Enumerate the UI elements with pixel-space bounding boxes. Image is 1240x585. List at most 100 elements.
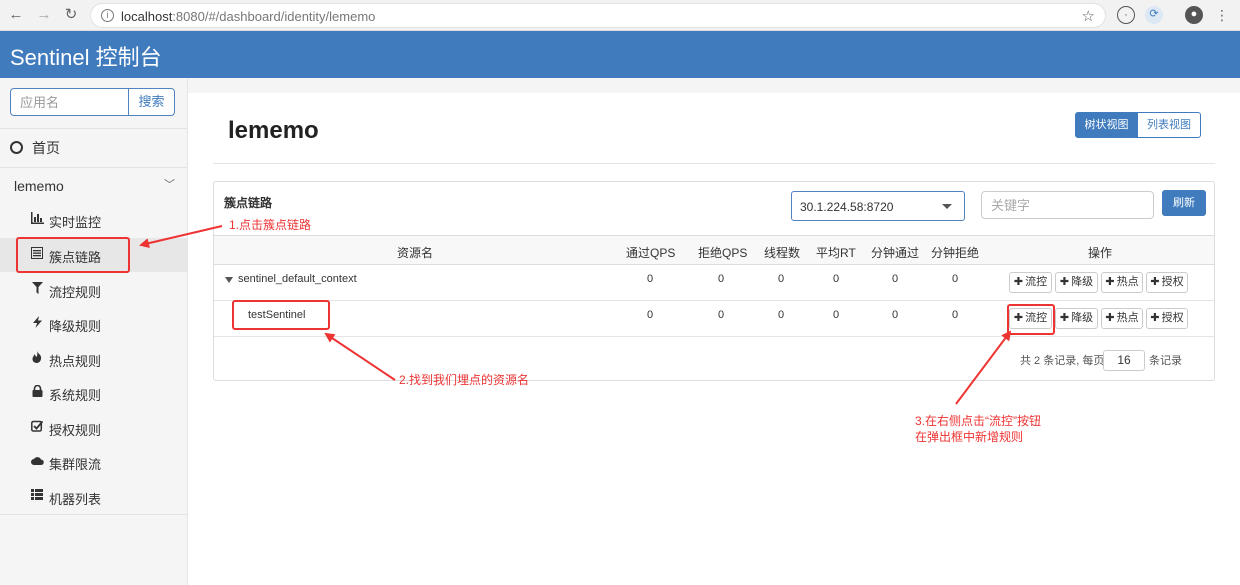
sidebar-item-label: 热点规则 xyxy=(49,354,102,369)
menu-kebab-icon[interactable]: ⋮ xyxy=(1212,5,1232,25)
app-title: Sentinel 控制台 xyxy=(10,45,162,70)
app-search-input[interactable] xyxy=(10,88,129,116)
tree-view-button[interactable]: 树状视图 xyxy=(1075,112,1138,138)
keyword-input[interactable] xyxy=(981,191,1154,219)
column-header: 拒绝QPS xyxy=(698,246,748,260)
sidebar-item-label: 系统规则 xyxy=(49,388,102,403)
sidebar-divider xyxy=(0,128,187,129)
cell-minute-block: 0 xyxy=(951,273,959,285)
content-card: lememo 树状视图 列表视图 簇点链路 30.1.224.58:8720 刷… xyxy=(188,93,1240,585)
sidebar-app-name[interactable]: lememo xyxy=(14,178,64,194)
add-hotspot-rule-button[interactable]: ✚ 热点 xyxy=(1101,272,1143,293)
refresh-button[interactable]: 刷新 xyxy=(1162,190,1206,216)
sidebar-item-cluster-flow[interactable]: 集群限流 xyxy=(0,445,187,479)
table-row: testSentinel 0 0 0 0 0 0 ✚ 流控 ✚ 降级 ✚ 热点 ✚ 授权 xyxy=(214,301,1214,337)
cell-threads: 0 xyxy=(777,273,785,285)
check-icon xyxy=(30,420,44,435)
annotation-step1: 1.点击簇点链路 xyxy=(229,218,312,232)
sidebar-item-label: 流控规则 xyxy=(49,285,102,300)
cell-avg-rt: 0 xyxy=(832,273,840,285)
cell-pass-qps: 0 xyxy=(646,273,654,285)
page-title: lememo xyxy=(228,117,319,144)
sidebar-divider xyxy=(0,167,187,168)
cell-block-qps: 0 xyxy=(717,273,725,285)
column-header: 平均RT xyxy=(816,246,856,260)
sidebar-item-hotspot-rules[interactable]: 热点规则 xyxy=(0,342,187,376)
cell-avg-rt: 0 xyxy=(832,309,840,321)
divider xyxy=(213,163,1215,164)
pager-summary: 共 2 条记录, 每页 xyxy=(1020,355,1105,367)
column-header: 分钟拒绝 xyxy=(931,246,980,260)
sidebar-item-label: 实时监控 xyxy=(49,215,102,230)
cell-minute-block: 0 xyxy=(951,309,959,321)
add-hotspot-rule-button[interactable]: ✚ 热点 xyxy=(1101,308,1143,329)
column-header: 线程数 xyxy=(764,246,801,260)
table-header: 资源名 通过QPS 拒绝QPS 线程数 平均RT 分钟通过 分钟拒绝 操作 xyxy=(214,235,1214,265)
reload-icon[interactable]: ↻ xyxy=(61,5,81,25)
search-button[interactable]: 搜索 xyxy=(128,88,175,116)
app-header: Sentinel 控制台 xyxy=(0,31,1240,78)
cell-block-qps: 0 xyxy=(717,309,725,321)
sidebar-item-label: 机器列表 xyxy=(49,492,102,507)
cell-threads: 0 xyxy=(777,309,785,321)
sidebar-item-realtime-monitor[interactable]: 实时监控 xyxy=(0,203,187,237)
main-area: lememo 树状视图 列表视图 簇点链路 30.1.224.58:8720 刷… xyxy=(188,78,1240,585)
machine-select[interactable]: 30.1.224.58:8720 xyxy=(791,191,965,221)
add-degrade-rule-button[interactable]: ✚ 降级 xyxy=(1055,308,1098,329)
sidebar-item-label: 降级规则 xyxy=(49,319,102,334)
info-icon[interactable]: i xyxy=(101,9,114,22)
url-text: localhost:8080/#/dashboard/identity/leme… xyxy=(121,9,376,24)
column-header: 通过QPS xyxy=(626,246,676,260)
list-view-button[interactable]: 列表视图 xyxy=(1137,112,1201,138)
bar-chart-icon xyxy=(30,212,44,227)
annotation-step3-line1: 3.在右侧点击“流控”按钮 xyxy=(915,414,1042,428)
tree-expand-icon[interactable] xyxy=(225,277,233,283)
sidebar-item-auth-rules[interactable]: 授权规则 xyxy=(0,411,187,445)
add-auth-rule-button[interactable]: ✚ 授权 xyxy=(1146,308,1188,329)
dashboard-icon xyxy=(10,141,23,154)
pager-suffix: 条记录 xyxy=(1149,355,1182,367)
annotation-step3-line2: 在弹出框中新增规则 xyxy=(915,430,1024,444)
page-size-input[interactable]: 16 xyxy=(1103,350,1145,371)
filter-icon xyxy=(30,282,44,297)
panel-title: 簇点链路 xyxy=(224,196,273,210)
machine-select-value: 30.1.224.58:8720 xyxy=(800,200,894,214)
sidebar-item-degrade-rules[interactable]: 降级规则 xyxy=(0,307,187,341)
add-auth-rule-button[interactable]: ✚ 授权 xyxy=(1146,272,1188,293)
sidebar-item-machine-list[interactable]: 机器列表 xyxy=(0,480,187,514)
app-search: 搜索 xyxy=(10,88,175,116)
annotation-step2: 2.找到我们埋点的资源名 xyxy=(399,373,530,387)
highlight-box-cluster-link xyxy=(16,237,130,273)
cell-minute-pass: 0 xyxy=(891,309,899,321)
browser-toolbar: ← → ↻ i localhost:8080/#/dashboard/ident… xyxy=(0,0,1240,31)
extension-translate-icon[interactable]: ⟳ xyxy=(1145,6,1163,24)
lock-icon xyxy=(30,384,44,400)
sidebar-item-system-rules[interactable]: 系统规则 xyxy=(0,376,187,410)
add-degrade-rule-button[interactable]: ✚ 降级 xyxy=(1055,272,1098,293)
sidebar-divider xyxy=(0,514,187,515)
bookmark-star-icon[interactable]: ☆ xyxy=(1082,7,1095,25)
sidebar-item-home[interactable]: 首页 xyxy=(10,138,60,158)
cell-pass-qps: 0 xyxy=(646,309,654,321)
highlight-box-flow-button xyxy=(1007,304,1055,335)
forward-icon[interactable]: → xyxy=(34,5,54,25)
cell-minute-pass: 0 xyxy=(891,273,899,285)
fire-icon xyxy=(30,351,44,366)
profile-avatar-icon[interactable]: ● xyxy=(1185,6,1203,24)
sidebar-item-label: 首页 xyxy=(32,140,60,156)
table-row: sentinel_default_context 0 0 0 0 0 0 ✚ 流控… xyxy=(214,265,1214,301)
sidebar-item-flow-rules[interactable]: 流控规则 xyxy=(0,273,187,307)
back-icon[interactable]: ← xyxy=(6,5,26,25)
resource-panel: 簇点链路 30.1.224.58:8720 刷新 资源名 通过QPS 拒绝QPS… xyxy=(213,181,1215,381)
address-bar[interactable]: i localhost:8080/#/dashboard/identity/le… xyxy=(90,3,1106,28)
sidebar-item-label: 授权规则 xyxy=(49,423,102,438)
extension-icon[interactable]: · xyxy=(1117,6,1135,24)
add-flow-rule-button[interactable]: ✚ 流控 xyxy=(1009,272,1052,293)
resource-name: sentinel_default_context xyxy=(238,273,357,285)
sidebar: 搜索 首页 lememo ﹀ 实时监控 簇点链路 流控规则 降级规则 热点规则 xyxy=(0,78,188,585)
column-header: 资源名 xyxy=(397,246,434,260)
flash-icon xyxy=(30,316,44,331)
sidebar-item-label: 集群限流 xyxy=(49,457,102,472)
highlight-box-resource-name xyxy=(232,300,330,330)
chevron-down-icon[interactable]: ﹀ xyxy=(164,176,175,192)
